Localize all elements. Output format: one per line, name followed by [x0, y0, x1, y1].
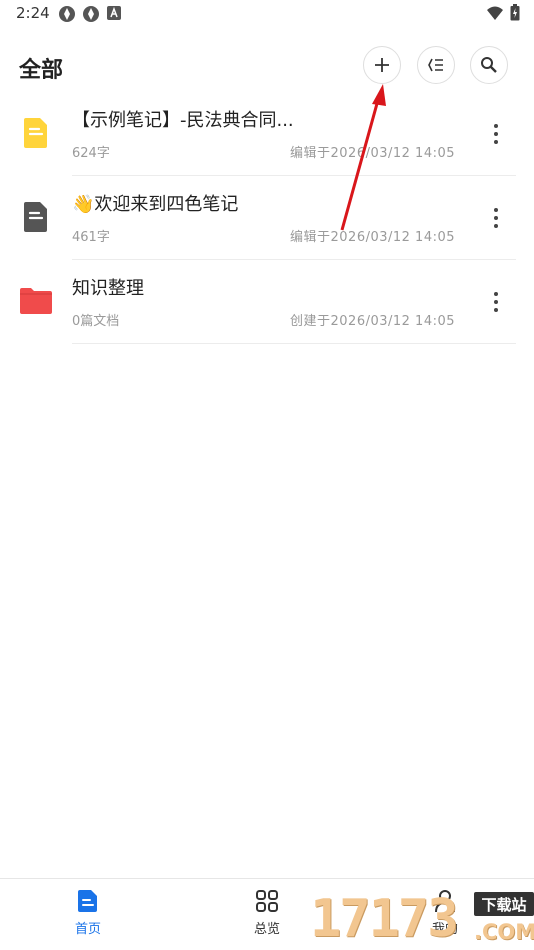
nav-home[interactable]: 首页 — [48, 889, 128, 937]
nav-overview-label: 总览 — [253, 922, 280, 937]
watermark-logo: 17173 下载站 .COM — [310, 888, 534, 950]
grid-icon — [256, 890, 278, 912]
watermark-suffix: .COM — [474, 920, 534, 944]
watermark-badge: 下载站 — [474, 892, 534, 916]
nav-home-label: 首页 — [74, 922, 101, 937]
nav-overview[interactable]: 总览 — [227, 889, 307, 937]
annotation-arrow-icon — [340, 84, 386, 231]
watermark-digits: 17173 — [310, 889, 459, 949]
document-icon — [78, 890, 97, 912]
